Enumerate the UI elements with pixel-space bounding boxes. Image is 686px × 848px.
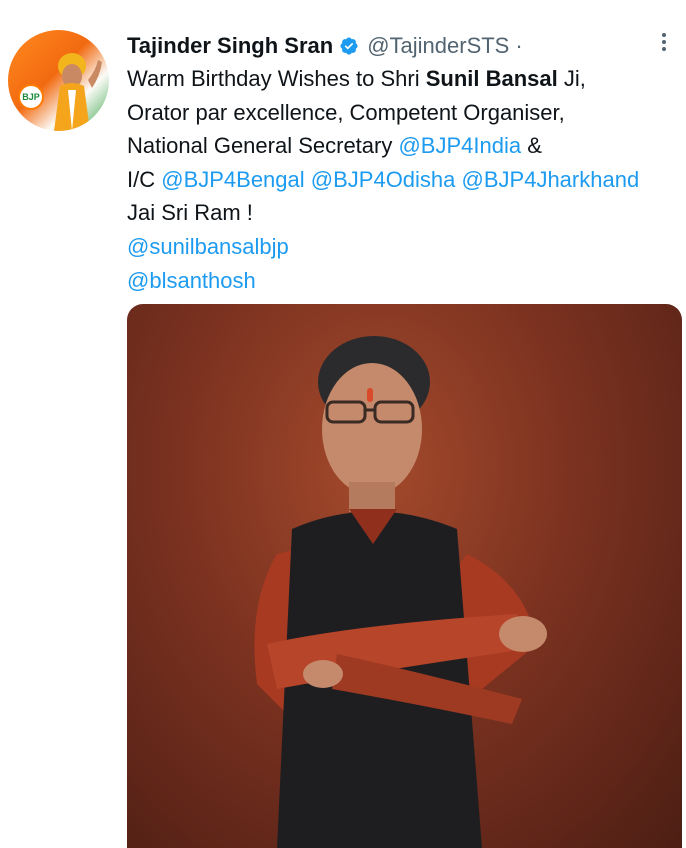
author-handle[interactable]: @TajinderSTS — [367, 33, 509, 59]
tweet-line: National General Secretary @BJP4India & — [127, 129, 682, 163]
tweet-header: Tajinder Singh Sran @TajinderSTS · — [127, 30, 523, 62]
tweet-line: Orator par excellence, Competent Organis… — [127, 99, 565, 125]
text-segment: National General Secretary — [127, 133, 399, 159]
text-segment: Ji, — [557, 66, 586, 91]
text-segment: & — [521, 133, 542, 159]
party-logo-icon: BJP — [18, 84, 44, 110]
bold-name: Sunil Bansal — [425, 66, 558, 91]
text-segment: Warm Birthday Wishes to Shri — [127, 66, 426, 91]
more-options-icon[interactable] — [652, 30, 676, 54]
tweet-line: Jai Sri Ram ! — [127, 200, 253, 226]
mention-link[interactable]: @BJP4Odisha — [311, 167, 456, 192]
tweet-photo[interactable] — [127, 304, 682, 848]
mention-link[interactable]: @BJP4Bengal — [161, 167, 304, 192]
mention-link[interactable]: @BJP4Jharkhand — [462, 167, 640, 192]
tweet-line: Warm Birthday Wishes to Shri Sunil Bansa… — [127, 62, 682, 96]
avatar-portrait-graphic — [54, 53, 102, 131]
portrait-figure — [254, 336, 547, 848]
verified-badge-icon — [340, 37, 358, 55]
header-separator: · — [515, 33, 523, 58]
mention-link[interactable]: @sunilbansalbjp — [127, 230, 682, 264]
author-name[interactable]: Tajinder Singh Sran — [127, 33, 333, 59]
tweet-line: I/C @BJP4Bengal @BJP4Odisha @BJP4Jharkha… — [127, 163, 682, 197]
mention-link[interactable]: @blsanthosh — [127, 264, 682, 298]
text-segment: I/C — [127, 166, 162, 192]
author-avatar[interactable]: BJP — [8, 30, 109, 131]
mention-link[interactable]: @BJP4India — [398, 133, 521, 158]
tweet-text: Warm Birthday Wishes to Shri Sunil Bansa… — [127, 62, 682, 297]
